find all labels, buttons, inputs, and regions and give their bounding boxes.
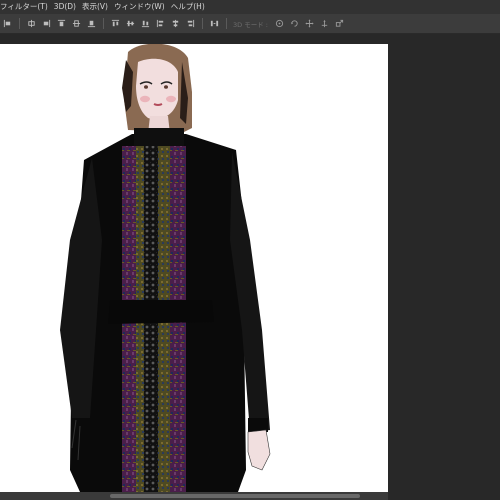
roll-icon[interactable] [290,19,299,28]
separator [226,18,227,29]
menu-view[interactable]: 表示(V) [79,0,111,14]
slide-icon[interactable] [320,19,329,28]
scrollbar-thumb[interactable] [110,494,360,498]
align-middle-icon[interactable] [72,19,81,28]
workspace-background [388,44,500,500]
document-canvas[interactable] [0,44,388,492]
hand [247,429,271,471]
belt [108,300,214,324]
orbit-icon[interactable] [275,19,284,28]
lips [153,103,163,106]
align-center-icon[interactable] [27,19,36,28]
document-tab-strip [0,34,500,44]
menu-3d[interactable]: 3D(D) [51,0,79,14]
distribute-right-icon[interactable] [186,19,195,28]
distribute-top-icon[interactable] [111,19,120,28]
cheek [166,95,176,103]
separator [103,18,104,29]
cheek [140,95,150,103]
illustration [60,44,271,492]
align-left-icon[interactable] [3,19,12,28]
collar [134,128,184,146]
left-iris [144,85,148,89]
distribute-middle-icon[interactable] [126,19,135,28]
align-top-icon[interactable] [57,19,66,28]
face [136,58,178,120]
align-bottom-icon[interactable] [87,19,96,28]
3d-mode-label: 3D モード : [233,20,268,29]
distribute-bottom-icon[interactable] [141,19,150,28]
align-right-icon[interactable] [42,19,51,28]
separator [19,18,20,29]
menu-window[interactable]: ウィンドウ(W) [111,0,168,14]
menu-filter[interactable]: フィルター(T) [0,0,51,14]
horizontal-scrollbar[interactable] [0,492,388,500]
scale-icon[interactable] [335,19,344,28]
menu-help[interactable]: ヘルプ(H) [168,0,208,14]
menu-bar: フィルター(T) 3D(D) 表示(V) ウィンドウ(W) ヘルプ(H) [0,0,500,14]
pan-icon[interactable] [305,19,314,28]
right-iris [164,85,168,89]
options-bar: 3D モード : [0,14,500,34]
distribute-spacing-icon[interactable] [210,19,219,28]
separator [202,18,203,29]
distribute-left-icon[interactable] [156,19,165,28]
distribute-center-icon[interactable] [171,19,180,28]
